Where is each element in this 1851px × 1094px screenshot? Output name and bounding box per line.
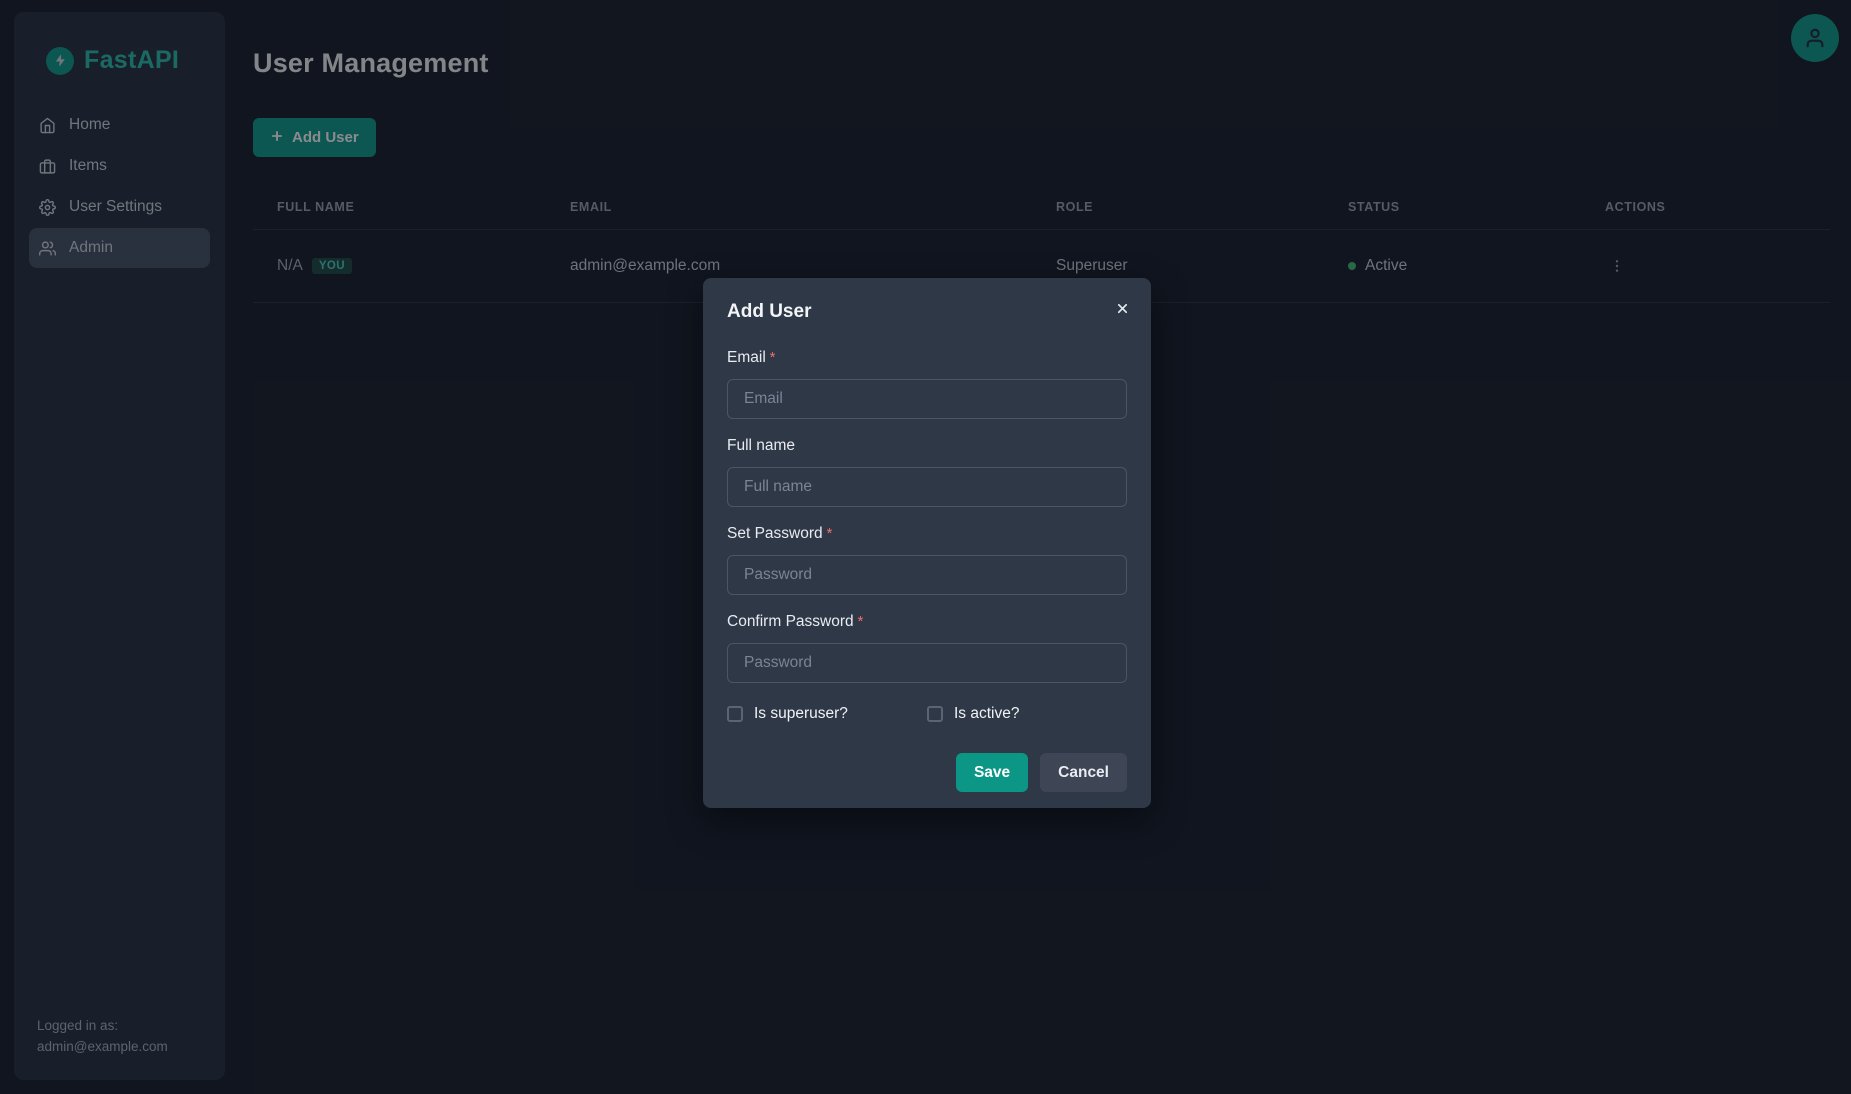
field-label-text: Full name [727,437,795,454]
full-name-field-label: Full name [727,437,1127,455]
email-field[interactable] [727,379,1127,419]
is-superuser-checkbox[interactable]: Is superuser? [727,705,927,723]
checkbox-label: Is active? [954,705,1019,723]
confirm-password-field-group: Confirm Password* [727,613,1127,683]
full-name-field[interactable] [727,467,1127,507]
modal-header: Add User [703,278,1151,329]
cancel-button[interactable]: Cancel [1040,753,1127,792]
confirm-password-field[interactable] [727,643,1127,683]
close-icon [1115,301,1130,316]
checkbox-row: Is superuser? Is active? [727,705,1127,723]
field-label-text: Email [727,349,766,366]
field-label-text: Confirm Password [727,613,854,630]
checkbox-label: Is superuser? [754,705,848,723]
field-label-text: Set Password [727,525,823,542]
modal-close-button[interactable] [1107,293,1137,323]
required-asterisk: * [770,350,776,366]
save-button[interactable]: Save [956,753,1028,792]
set-password-field[interactable] [727,555,1127,595]
modal-body: Email* Full name Set Password* Confirm P… [703,329,1151,723]
full-name-field-group: Full name [727,437,1127,507]
is-active-checkbox[interactable]: Is active? [927,705,1127,723]
set-password-field-label: Set Password* [727,525,1127,543]
checkbox-icon [727,706,743,722]
modal-title: Add User [727,301,1127,323]
set-password-field-group: Set Password* [727,525,1127,595]
confirm-password-field-label: Confirm Password* [727,613,1127,631]
required-asterisk: * [827,526,833,542]
email-field-group: Email* [727,349,1127,419]
required-asterisk: * [858,614,864,630]
add-user-modal: Add User Email* Full name Set Password* [703,278,1151,808]
modal-footer: Save Cancel [703,723,1151,792]
checkbox-icon [927,706,943,722]
email-field-label: Email* [727,349,1127,367]
